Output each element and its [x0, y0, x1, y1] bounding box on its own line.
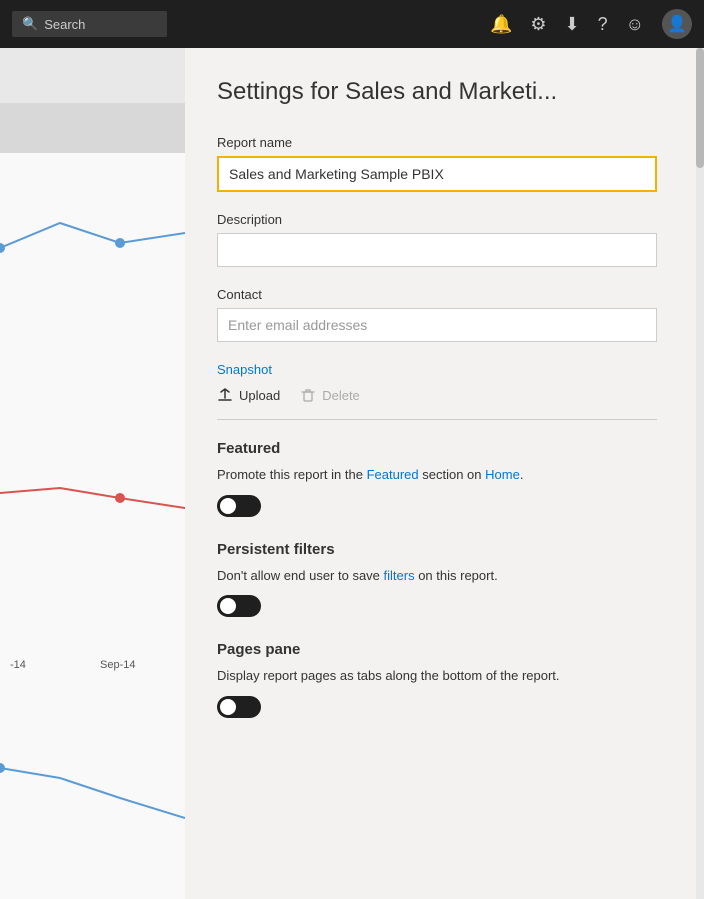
- background-chart: -14 Sep-14: [0, 48, 185, 899]
- contact-group: Contact: [217, 287, 672, 342]
- notification-icon[interactable]: 🔔: [490, 14, 512, 35]
- filters-link: filters: [384, 568, 415, 583]
- search-input-label: Search: [44, 17, 85, 32]
- description-group: Description: [217, 212, 672, 267]
- featured-link: Featured: [367, 467, 419, 482]
- home-link: Home: [485, 467, 520, 482]
- featured-section: Featured Promote this report in the Feat…: [217, 440, 672, 517]
- featured-slider: [217, 495, 261, 517]
- contact-input[interactable]: [217, 308, 657, 342]
- persistent-heading: Persistent filters: [217, 541, 672, 558]
- delete-icon: [300, 387, 316, 403]
- scrollbar-thumb[interactable]: [696, 48, 704, 168]
- report-name-label: Report name: [217, 135, 672, 150]
- svg-text:-14: -14: [10, 659, 26, 671]
- avatar-icon: 👤: [667, 14, 687, 34]
- snapshot-actions: Upload Delete: [217, 387, 672, 403]
- snapshot-section: Snapshot Upload Delete: [217, 362, 672, 420]
- pages-section: Pages pane Display report pages as tabs …: [217, 641, 672, 718]
- pages-heading: Pages pane: [217, 641, 672, 658]
- upload-label: Upload: [239, 388, 280, 403]
- report-name-input[interactable]: [217, 156, 657, 192]
- svg-text:Sep-14: Sep-14: [100, 659, 135, 671]
- featured-heading: Featured: [217, 440, 672, 457]
- delete-button[interactable]: Delete: [300, 387, 360, 403]
- description-input[interactable]: [217, 233, 657, 267]
- featured-desc: Promote this report in the Featured sect…: [217, 465, 672, 485]
- help-icon[interactable]: ?: [598, 14, 608, 35]
- pages-slider: [217, 696, 261, 718]
- settings-title: Settings for Sales and Marketi...: [217, 76, 672, 107]
- upload-button[interactable]: Upload: [217, 387, 280, 403]
- persistent-desc: Don't allow end user to save filters on …: [217, 566, 672, 586]
- persistent-slider: [217, 595, 261, 617]
- contact-label: Contact: [217, 287, 672, 302]
- snapshot-divider: [217, 419, 657, 420]
- avatar[interactable]: 👤: [662, 9, 692, 39]
- persistent-section: Persistent filters Don't allow end user …: [217, 541, 672, 618]
- scrollbar-track: [696, 48, 704, 899]
- featured-toggle[interactable]: [217, 495, 261, 517]
- persistent-toggle[interactable]: [217, 595, 261, 617]
- topbar: 🔍 Search 🔔 ⚙ ⬇ ? ☺ 👤: [0, 0, 704, 48]
- search-icon: 🔍: [22, 16, 38, 32]
- snapshot-label: Snapshot: [217, 362, 672, 377]
- pages-toggle[interactable]: [217, 696, 261, 718]
- search-box[interactable]: 🔍 Search: [12, 11, 167, 37]
- topbar-icons: 🔔 ⚙ ⬇ ? ☺ 👤: [490, 9, 692, 39]
- settings-panel: Settings for Sales and Marketi... Report…: [185, 48, 704, 899]
- download-icon[interactable]: ⬇: [565, 14, 580, 35]
- description-label: Description: [217, 212, 672, 227]
- gear-icon[interactable]: ⚙: [530, 14, 546, 35]
- pages-desc: Display report pages as tabs along the b…: [217, 666, 672, 686]
- delete-label: Delete: [322, 388, 360, 403]
- emoji-icon[interactable]: ☺: [626, 14, 644, 35]
- upload-icon: [217, 387, 233, 403]
- report-name-group: Report name: [217, 135, 672, 192]
